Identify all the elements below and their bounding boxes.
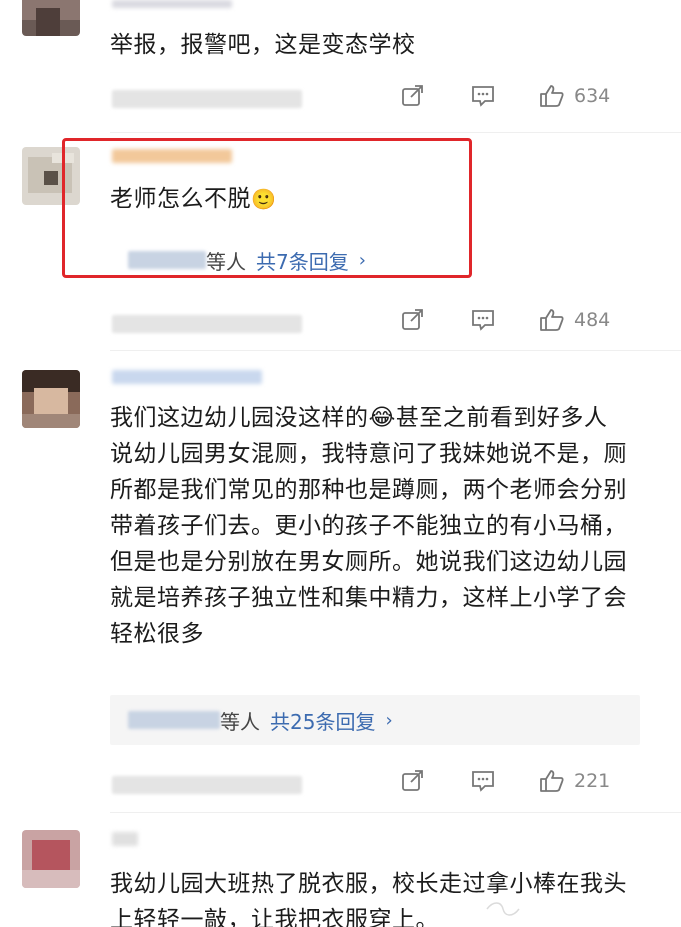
avatar[interactable] — [22, 370, 80, 428]
thumbs-up-icon — [540, 770, 564, 792]
reply-user-names — [128, 711, 220, 729]
comment-3: 我们这边幼儿园没这样的😂甚至之前看到好多人说幼儿园男女混厕，我特意问了我妹她说不… — [0, 350, 681, 810]
username[interactable] — [112, 370, 262, 384]
watermark — [486, 902, 520, 916]
like-count: 484 — [574, 309, 611, 331]
reply-suffix: 等人 — [220, 709, 260, 734]
comment-button[interactable] — [470, 768, 538, 794]
username[interactable] — [112, 832, 138, 846]
like-button[interactable]: 634 — [538, 83, 610, 109]
like-count: 634 — [574, 85, 611, 107]
avatar[interactable] — [22, 0, 80, 36]
comment-4: 我幼儿园大班热了脱衣服，校长走过拿小棒在我头上轻轻一敲，让我把衣服穿上。 — [0, 812, 681, 927]
share-icon — [402, 770, 423, 791]
comment-actions: 634 — [400, 81, 610, 111]
comment-1: 举报，报警吧，这是变态学校 634 — [0, 0, 681, 135]
share-button[interactable] — [400, 83, 470, 109]
view-replies-link[interactable]: 共25条回复 — [270, 706, 375, 735]
like-button[interactable]: 484 — [538, 307, 610, 333]
like-button[interactable]: 221 — [538, 768, 610, 794]
comment-button[interactable] — [470, 83, 538, 109]
comment-icon — [472, 310, 494, 331]
share-button[interactable] — [400, 307, 470, 333]
comment-meta — [112, 315, 302, 333]
share-icon — [402, 309, 423, 330]
divider — [110, 132, 681, 133]
share-icon — [402, 85, 423, 106]
username[interactable] — [112, 0, 232, 8]
thumbs-up-icon — [540, 309, 564, 331]
comment-actions: 484 — [400, 305, 610, 335]
comment-meta — [112, 90, 302, 108]
comment-icon — [472, 86, 494, 107]
comment-text: 我幼儿园大班热了脱衣服，校长走过拿小棒在我头上轻轻一敲，让我把衣服穿上。 — [110, 871, 627, 927]
like-count: 221 — [574, 770, 611, 792]
comment-button[interactable] — [470, 307, 538, 333]
comment-text: 举报，报警吧，这是变态学校 — [110, 32, 416, 58]
avatar[interactable] — [22, 830, 80, 888]
comment-icon — [472, 771, 494, 792]
reply-summary[interactable]: 等人 共25条回复 › — [110, 695, 640, 745]
comment-text: 我们这边幼儿园没这样的😂甚至之前看到好多人说幼儿园男女混厕，我特意问了我妹她说不… — [110, 405, 627, 647]
chevron-right-icon: › — [385, 709, 393, 731]
comment-actions: 221 — [400, 766, 610, 796]
thumbs-up-icon — [540, 85, 564, 107]
highlight-box — [62, 138, 472, 278]
comment-meta — [112, 776, 302, 794]
share-button[interactable] — [400, 768, 470, 794]
